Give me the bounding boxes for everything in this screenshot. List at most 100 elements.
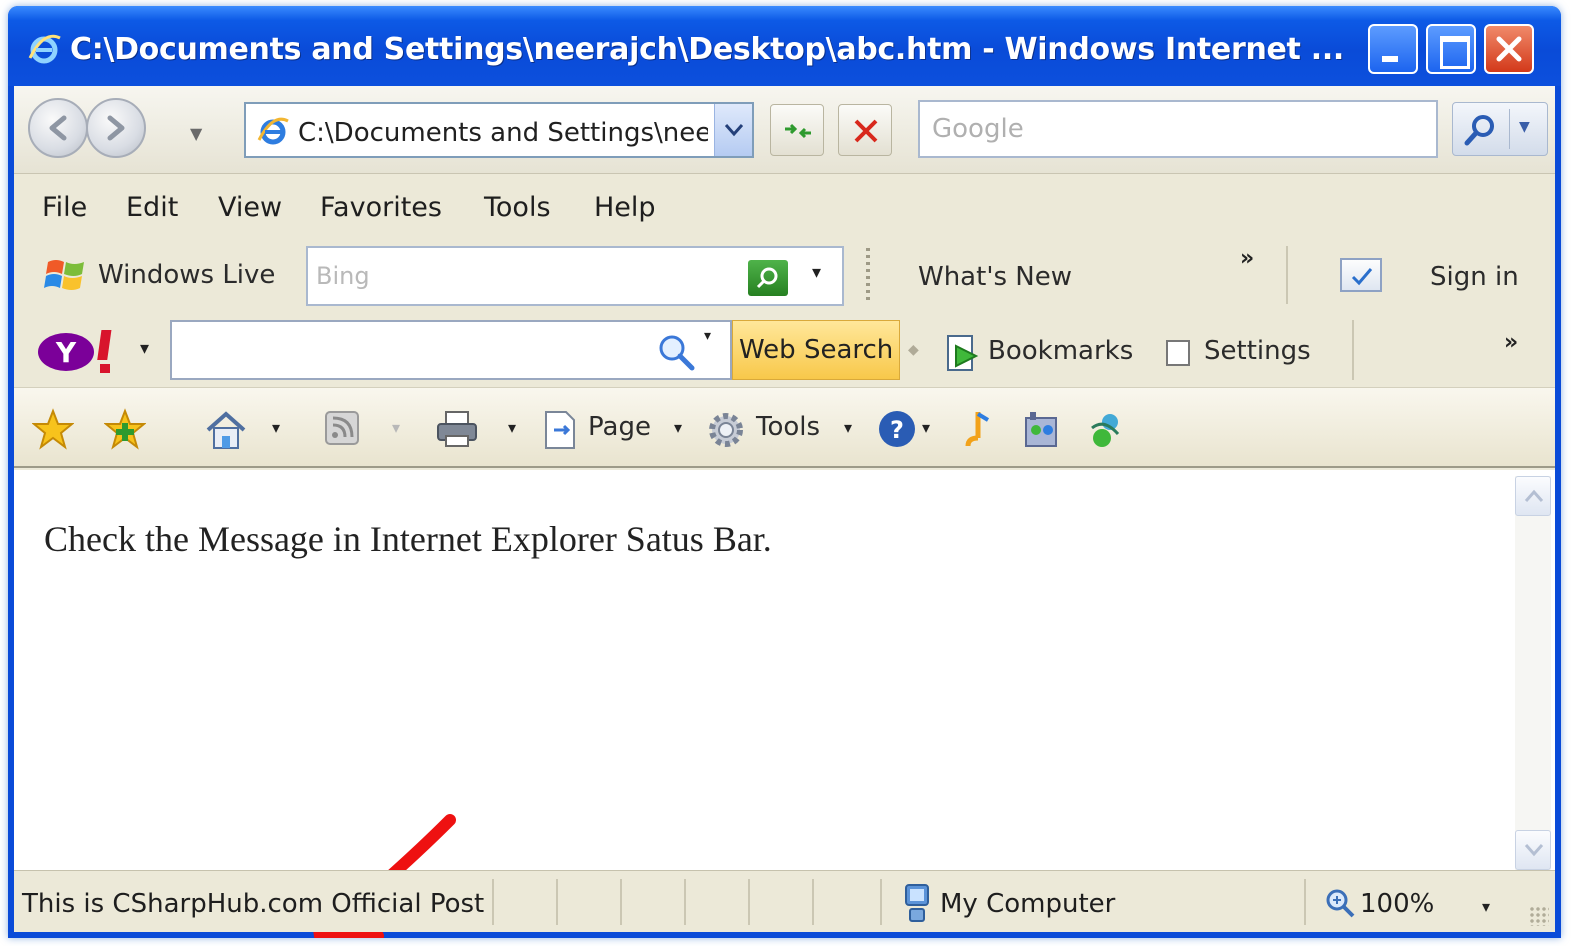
bookmarks-button[interactable]: Bookmarks (988, 336, 1133, 366)
security-zone[interactable]: My Computer (940, 889, 1115, 919)
chevron-down-icon (724, 124, 744, 137)
bing-search-button[interactable] (748, 260, 788, 296)
windows-live-button[interactable]: Windows Live (98, 260, 275, 290)
menu-edit[interactable]: Edit (126, 192, 178, 223)
minimize-button[interactable] (1368, 24, 1418, 74)
sign-in-link[interactable]: Sign in (1430, 262, 1519, 292)
forward-arrow-icon (107, 115, 125, 141)
research-icon[interactable] (960, 408, 994, 452)
scroll-up-button[interactable] (1515, 476, 1551, 516)
resize-grip[interactable] (1529, 906, 1549, 926)
settings-button[interactable]: Settings (1204, 336, 1311, 366)
search-input[interactable] (920, 102, 1436, 156)
close-button[interactable] (1484, 24, 1534, 74)
forward-button[interactable] (86, 98, 146, 158)
messenger-icon[interactable] (1020, 408, 1064, 452)
page-dropdown[interactable]: ▾ (674, 418, 682, 437)
zoom-dropdown[interactable]: ▾ (1482, 897, 1490, 916)
search-button[interactable]: ▼ (1452, 102, 1548, 156)
status-divider (748, 879, 750, 925)
help-icon[interactable]: ? (876, 408, 918, 450)
home-icon[interactable] (204, 408, 248, 452)
address-url[interactable]: C:\Documents and Settings\neer (298, 118, 708, 148)
back-button[interactable] (28, 98, 88, 158)
tools-menu-button[interactable]: Tools (756, 412, 820, 442)
web-search-button[interactable]: Web Search (732, 320, 900, 380)
feeds-icon[interactable] (322, 408, 362, 448)
yahoo-toolbar: Y ▾ ▾ Web Search ◆ Bookmarks Settings » (14, 312, 1555, 388)
chevron-down-icon (1524, 844, 1544, 857)
checkbox-icon[interactable] (1340, 258, 1382, 292)
status-divider (1304, 879, 1306, 925)
svg-text:?: ? (890, 416, 904, 444)
extras-icon[interactable] (1084, 408, 1128, 452)
page-content: Check the Message in Internet Explorer S… (14, 470, 1555, 938)
help-dropdown[interactable]: ▾ (922, 418, 930, 437)
live-toolbar-overflow[interactable]: » (1240, 246, 1254, 271)
my-computer-icon (905, 884, 929, 922)
back-arrow-icon (49, 115, 67, 141)
bing-search-input[interactable] (308, 248, 728, 304)
address-dropdown-button[interactable] (714, 104, 752, 156)
ie-logo-icon (28, 34, 61, 64)
svg-text:Y: Y (55, 336, 77, 369)
maximize-button[interactable] (1426, 24, 1476, 74)
search-icon[interactable] (656, 332, 696, 372)
add-favorites-icon[interactable] (104, 408, 146, 450)
search-options-dropdown[interactable]: ▼ (1519, 119, 1530, 135)
divider: ◆ (908, 342, 919, 358)
page-menu-button[interactable]: Page (588, 412, 651, 442)
yahoo-toolbar-overflow[interactable]: » (1504, 330, 1518, 355)
status-divider (812, 879, 814, 925)
print-icon[interactable] (434, 408, 480, 450)
zoom-icon[interactable] (1324, 887, 1356, 919)
favorites-star-icon[interactable] (32, 408, 74, 450)
browser-window: C:\Documents and Settings\neerajch\Deskt… (8, 6, 1561, 938)
windows-flag-icon (44, 260, 84, 290)
window-title: C:\Documents and Settings\neerajch\Deskt… (70, 32, 1345, 67)
zoom-level[interactable]: 100% (1360, 889, 1434, 919)
yahoo-logo-icon: Y (38, 330, 112, 373)
title-bar[interactable]: C:\Documents and Settings\neerajch\Deskt… (8, 6, 1561, 86)
address-bar[interactable]: C:\Documents and Settings\neer (244, 102, 754, 158)
stop-button[interactable] (838, 104, 892, 156)
yahoo-search-input[interactable] (172, 322, 642, 378)
status-message: This is CSharpHub.com Official Post (22, 889, 485, 919)
refresh-button[interactable] (770, 104, 824, 156)
refresh-icon (785, 123, 811, 139)
yahoo-search-box[interactable]: ▾ (170, 320, 732, 380)
whats-new-link[interactable]: What's New (918, 262, 1072, 292)
client-area: ▼ C:\Documents and Settings\neer Google … (14, 86, 1555, 938)
scroll-down-button[interactable] (1515, 830, 1551, 870)
search-type-dropdown[interactable]: ▾ (704, 328, 711, 344)
bing-options-dropdown[interactable]: ▾ (812, 262, 821, 283)
feeds-dropdown[interactable]: ▾ (392, 418, 400, 437)
close-icon (1496, 36, 1522, 62)
tools-dropdown[interactable]: ▾ (844, 418, 852, 437)
chevron-up-icon (1524, 489, 1544, 502)
tools-gear-icon[interactable] (704, 408, 748, 452)
divider (1352, 320, 1354, 380)
page-message: Check the Message in Internet Explorer S… (44, 519, 772, 559)
bing-search-box[interactable]: ▾ (306, 246, 844, 306)
yahoo-menu-dropdown[interactable]: ▾ (140, 338, 149, 359)
menu-tools[interactable]: Tools (484, 192, 551, 223)
menu-file[interactable]: File (42, 192, 87, 223)
divider (1286, 246, 1288, 304)
status-divider (556, 879, 558, 925)
recent-pages-dropdown[interactable]: ▼ (190, 124, 202, 143)
search-field[interactable] (918, 100, 1438, 158)
menu-help[interactable]: Help (594, 192, 656, 223)
menu-favorites[interactable]: Favorites (320, 192, 442, 223)
status-bar: This is CSharpHub.com Official Post My C… (14, 870, 1555, 932)
toolbar-grip[interactable] (866, 248, 870, 302)
home-dropdown[interactable]: ▾ (272, 418, 280, 437)
vertical-scrollbar[interactable] (1515, 476, 1551, 870)
settings-page-icon (1166, 340, 1190, 366)
command-bar: ▾ ▾ ▾ Page ▾ Tools ▾ ? ▾ (14, 388, 1555, 468)
divider (1509, 109, 1510, 149)
print-dropdown[interactable]: ▾ (508, 418, 516, 437)
bookmarks-icon (947, 335, 979, 371)
page-icon[interactable] (540, 408, 580, 452)
menu-view[interactable]: View (218, 192, 282, 223)
